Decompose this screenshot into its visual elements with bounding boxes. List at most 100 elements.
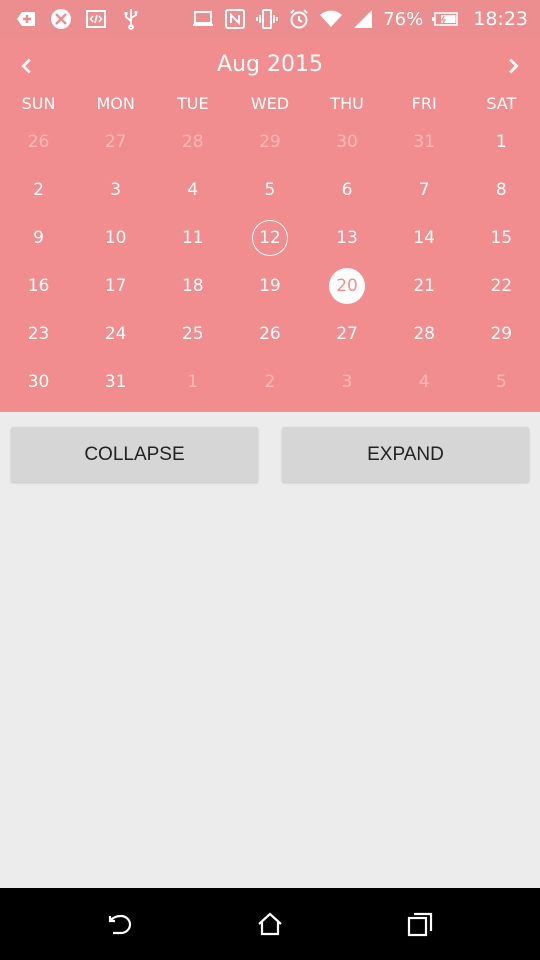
weekday-label: THU [330, 94, 364, 113]
weekday-label: TUE [177, 94, 209, 113]
calendar-day[interactable]: 30 [0, 358, 77, 406]
recent-apps-button[interactable] [406, 910, 434, 938]
back-button[interactable] [106, 910, 134, 938]
calendar-day[interactable]: 25 [154, 310, 231, 358]
calendar-day[interactable]: 3 [309, 358, 386, 406]
calendar-day-number: 27 [336, 324, 358, 344]
month-title: Aug 2015 [217, 52, 323, 77]
calendar-day[interactable]: 21 [386, 262, 463, 310]
calendar-day-number: 23 [27, 324, 50, 344]
calendar-day[interactable]: 15 [463, 214, 540, 262]
calendar-week: 2 3 4 5 6 7 8 [0, 166, 540, 214]
action-buttons: COLLAPSE EXPAND [0, 412, 540, 492]
calendar-day-number: 15 [490, 228, 513, 248]
clock: 18:23 [473, 8, 528, 30]
calendar-day[interactable]: 5 [231, 166, 308, 214]
calendar-day[interactable]: 11 [154, 214, 231, 262]
calendar-day-number: 11 [181, 228, 204, 248]
calendar-day-number: 8 [495, 180, 507, 200]
calendar-week: 9 10 11 12 13 14 15 [0, 214, 540, 262]
calendar-day-number: 1 [187, 372, 199, 392]
calendar-week: 26 27 28 29 30 31 1 [0, 118, 540, 166]
calendar-day-number: 26 [27, 132, 50, 152]
calendar-day-number: 29 [259, 132, 281, 152]
calendar-day-today[interactable]: 12 [231, 214, 308, 262]
collapse-button[interactable]: COLLAPSE [11, 427, 258, 482]
recent-apps-icon [407, 912, 433, 937]
calendar-day-number: 3 [341, 372, 353, 392]
status-right-icons: 76% 18:23 [191, 7, 528, 31]
calendar-day[interactable]: 22 [463, 262, 540, 310]
calendar-day[interactable]: 26 [231, 310, 308, 358]
calendar-day-number: 14 [413, 228, 435, 248]
back-icon [108, 914, 132, 935]
calendar-day-number: 10 [104, 228, 127, 248]
calendar-day[interactable]: 5 [463, 358, 540, 406]
home-button[interactable] [256, 910, 284, 938]
home-icon [258, 912, 282, 936]
calendar-day-number: 30 [336, 132, 358, 152]
calendar-grid: 26 27 28 29 30 31 1 2 3 4 5 6 7 8 9 10 11 12 13 14 15 16 17 18 1… [0, 118, 540, 406]
calendar-day[interactable]: 31 [77, 358, 154, 406]
calendar-day-number: 22 [490, 276, 513, 296]
calendar-day[interactable]: 9 [0, 214, 77, 262]
calendar-day[interactable]: 24 [77, 310, 154, 358]
calendar-day-number: 25 [181, 324, 204, 344]
calendar-day-number: 17 [104, 276, 127, 296]
signal-icon [351, 7, 375, 31]
nfc-icon [223, 7, 247, 31]
calendar-day[interactable]: 10 [77, 214, 154, 262]
weekday-label: SUN [21, 94, 56, 113]
calendar-day[interactable]: 29 [231, 118, 308, 166]
calendar: Aug 2015 SUN MON TUE WED THU FRI SAT 26 2… [0, 38, 540, 412]
next-month-button[interactable] [495, 48, 531, 84]
calendar-day-number: 16 [27, 276, 50, 296]
calendar-day[interactable]: 2 [231, 358, 308, 406]
calendar-day[interactable]: 7 [386, 166, 463, 214]
calendar-day-number: 5 [264, 180, 276, 200]
calendar-day-number: 12 [251, 220, 288, 256]
battery-icon [431, 7, 459, 31]
calendar-day[interactable]: 28 [386, 310, 463, 358]
calendar-day-number: 7 [418, 180, 430, 200]
calendar-day[interactable]: 28 [154, 118, 231, 166]
calendar-day[interactable]: 16 [0, 262, 77, 310]
chevron-right-icon [509, 58, 519, 74]
calendar-day-number: 5 [495, 372, 507, 392]
calendar-day[interactable]: 30 [309, 118, 386, 166]
calendar-day[interactable]: 31 [386, 118, 463, 166]
calendar-day-selected[interactable]: 20 [309, 262, 386, 310]
calendar-day[interactable]: 3 [77, 166, 154, 214]
calendar-day[interactable]: 4 [386, 358, 463, 406]
calendar-day[interactable]: 13 [309, 214, 386, 262]
calendar-day[interactable]: 14 [386, 214, 463, 262]
crossed-circle-icon [49, 7, 73, 31]
calendar-day-number: 31 [104, 372, 127, 392]
weekday-label: MON [96, 94, 135, 113]
calendar-day[interactable]: 2 [0, 166, 77, 214]
calendar-day[interactable]: 29 [463, 310, 540, 358]
calendar-day-number: 19 [259, 276, 281, 296]
calendar-day[interactable]: 8 [463, 166, 540, 214]
calendar-day-number: 2 [264, 372, 276, 392]
calendar-day[interactable]: 27 [77, 118, 154, 166]
calendar-day[interactable]: 4 [154, 166, 231, 214]
calendar-day[interactable]: 18 [154, 262, 231, 310]
calendar-day[interactable]: 19 [231, 262, 308, 310]
laptop-icon [191, 7, 215, 31]
calendar-week: 23 24 25 26 27 28 29 [0, 310, 540, 358]
calendar-day[interactable]: 27 [309, 310, 386, 358]
usb-icon [119, 7, 143, 31]
calendar-day[interactable]: 23 [0, 310, 77, 358]
calendar-day[interactable]: 26 [0, 118, 77, 166]
calendar-day-number: 1 [495, 132, 507, 152]
expand-button[interactable]: EXPAND [282, 427, 529, 482]
vibrate-icon [255, 7, 279, 31]
calendar-day-number: 20 [329, 268, 366, 304]
calendar-day-number: 31 [413, 132, 435, 152]
calendar-day[interactable]: 17 [77, 262, 154, 310]
calendar-day[interactable]: 1 [154, 358, 231, 406]
calendar-day[interactable]: 1 [463, 118, 540, 166]
calendar-day[interactable]: 6 [309, 166, 386, 214]
wifi-icon [319, 7, 343, 31]
